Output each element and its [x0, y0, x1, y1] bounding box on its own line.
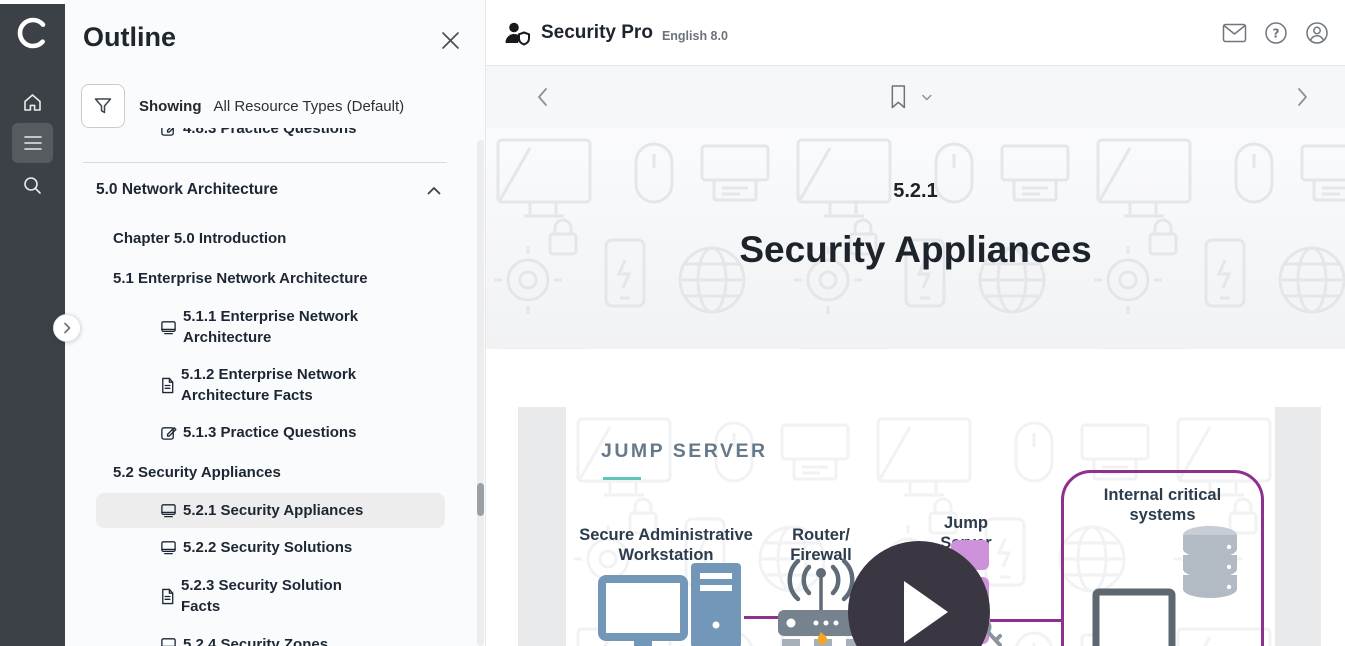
chevron-down-icon[interactable] [921, 94, 932, 101]
practice-icon [160, 128, 177, 137]
chevron-right-icon[interactable] [1297, 87, 1309, 107]
rail-outline-button[interactable] [12, 123, 53, 163]
play-button[interactable] [846, 539, 992, 646]
outline-item-clipped[interactable]: 4.8.3 Practice Questions [65, 128, 473, 141]
outline-tree: 4.8.3 Practice Questions 5.0 Network Arc… [65, 128, 473, 646]
divider [83, 162, 447, 163]
internal-systems-label: Internal critical systems [1064, 485, 1261, 525]
filter-icon [93, 96, 113, 116]
resource-filter: Showing All Resource Types (Default) [81, 84, 404, 128]
mail-icon[interactable] [1222, 23, 1247, 43]
outline-item-5-2-3[interactable]: 5.2.3 Security Solution Facts [65, 575, 473, 617]
outline-title: Outline [83, 22, 176, 53]
help-icon[interactable]: ? [1264, 21, 1288, 45]
user-shield-icon [504, 20, 531, 46]
flame-icon [811, 631, 829, 646]
outline-item-5-2-1-selected[interactable]: 5.2.1 Security Appliances [96, 493, 445, 528]
video-lesson-icon [160, 636, 177, 646]
course-header: Security Pro English 8.0 ? [486, 0, 1345, 66]
chevron-left-icon[interactable] [536, 87, 548, 107]
practice-icon [160, 424, 177, 441]
video-lesson-icon [160, 539, 177, 556]
outline-item-5-1-3[interactable]: 5.1.3 Practice Questions [65, 422, 473, 443]
outline-close-button[interactable] [440, 30, 461, 51]
main-content: Security Pro English 8.0 ? [486, 0, 1345, 646]
app-logo[interactable] [15, 14, 51, 52]
bookmark-control[interactable] [889, 84, 932, 110]
outline-item-5-2-2[interactable]: 5.2.2 Security Solutions [65, 537, 473, 558]
chevron-up-icon[interactable] [427, 186, 441, 195]
outline-item-5-1[interactable]: 5.1 Enterprise Network Architecture [65, 268, 473, 288]
account-icon[interactable] [1305, 21, 1329, 45]
lesson-number: 5.2.1 [893, 180, 937, 203]
document-icon [160, 377, 175, 394]
lesson-hero: 5.2.1 Security Appliances [486, 128, 1345, 349]
video-thumbnail: JUMP SERVER Secure Administrative Workst… [566, 407, 1275, 646]
filter-showing-label: Showing [139, 98, 202, 115]
svg-text:?: ? [1272, 25, 1279, 40]
outline-item-5-2-4[interactable]: 5.2.4 Security Zones [65, 634, 473, 646]
rail-home-button[interactable] [22, 92, 43, 113]
filter-value[interactable]: All Resource Types (Default) [214, 98, 405, 115]
chevron-right-icon [63, 322, 71, 334]
lesson-title: Security Appliances [739, 229, 1091, 271]
outline-section-5-0[interactable]: 5.0 Network Architecture [96, 180, 441, 200]
rail-search-button[interactable] [22, 175, 43, 196]
course-edition: English 8.0 [662, 29, 728, 43]
connection-line [744, 616, 778, 619]
outline-scrollbar[interactable] [477, 140, 484, 646]
teal-accent-bar [603, 477, 641, 480]
video-player[interactable]: JUMP SERVER Secure Administrative Workst… [518, 407, 1321, 646]
internal-monitor-icon [1092, 588, 1176, 646]
outline-item-5-1-1[interactable]: 5.1.1 Enterprise Network Architecture [65, 306, 473, 348]
outline-panel: Outline Showing All Resource Types (Defa… [65, 0, 486, 646]
menu-icon [23, 135, 43, 151]
c-logo-icon [15, 14, 51, 52]
video-lesson-icon [160, 319, 177, 336]
bookmark-icon[interactable] [889, 84, 907, 110]
outline-item-5-2[interactable]: 5.2 Security Appliances [65, 462, 473, 482]
diagram-title: JUMP SERVER [601, 440, 768, 463]
outline-item-5-1-2[interactable]: 5.1.2 Enterprise Network Architecture Fa… [65, 364, 473, 406]
video-lesson-icon [160, 502, 177, 519]
outline-scrollbar-thumb[interactable] [477, 483, 484, 516]
outline-item-chapter-intro[interactable]: Chapter 5.0 Introduction [65, 228, 473, 248]
close-icon [440, 30, 461, 51]
filter-button[interactable] [81, 84, 125, 128]
workstation-tower-icon [691, 563, 741, 646]
database-icon [1181, 525, 1239, 605]
search-icon [22, 175, 43, 196]
panel-expand-button[interactable] [53, 314, 81, 342]
lesson-content: JUMP SERVER Secure Administrative Workst… [486, 349, 1345, 646]
internal-systems-zone: Internal critical systems [1061, 470, 1264, 646]
document-icon [160, 588, 175, 605]
workstation-monitor-icon [598, 575, 688, 646]
course-title: Security Pro [541, 22, 653, 44]
lesson-nav-bar [486, 66, 1345, 128]
workstation-label: Secure Administrative Workstation [571, 525, 761, 565]
home-icon [22, 92, 43, 113]
